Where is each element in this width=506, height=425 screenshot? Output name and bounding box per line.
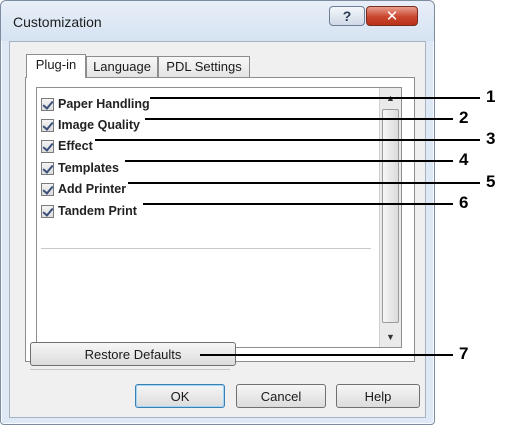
callout-line-3 xyxy=(95,139,480,141)
effect-checkbox[interactable] xyxy=(41,140,54,153)
close-icon[interactable]: ✕ xyxy=(366,6,418,26)
callout-line-5 xyxy=(128,182,480,184)
plugin-item-label: Paper Handling xyxy=(58,97,150,111)
paper-handling-checkbox[interactable] xyxy=(41,98,54,111)
plugin-item-label: Tandem Print xyxy=(58,204,137,218)
callout-number-2: 2 xyxy=(459,108,469,127)
scroll-down-icon[interactable]: ▼ xyxy=(380,327,401,347)
cancel-button[interactable]: Cancel xyxy=(236,384,326,408)
title-bar[interactable]: Customization ? ✕ xyxy=(1,1,434,41)
ok-button[interactable]: OK xyxy=(135,384,225,408)
help-button[interactable]: Help xyxy=(336,384,420,408)
callout-line-6 xyxy=(143,203,453,205)
tab-pdl-settings[interactable]: PDL Settings xyxy=(158,56,250,78)
callout-line-7 xyxy=(200,354,453,356)
callout-line-1 xyxy=(150,97,480,99)
plugin-list[interactable]: Paper Handling Image Quality Effect Temp… xyxy=(36,87,402,348)
callout-number-5: 5 xyxy=(486,172,496,191)
scroll-thumb[interactable] xyxy=(382,109,399,323)
list-divider xyxy=(41,248,371,249)
customization-dialog: Customization ? ✕ Plug-in Language PDL S… xyxy=(0,0,435,425)
button-divider xyxy=(30,369,230,370)
plugin-item-label: Effect xyxy=(58,139,93,153)
callout-number-7: 7 xyxy=(459,344,469,363)
callout-number-3: 3 xyxy=(486,129,496,148)
tab-language[interactable]: Language xyxy=(86,56,158,78)
templates-checkbox[interactable] xyxy=(41,162,54,175)
image-quality-checkbox[interactable] xyxy=(41,119,54,132)
plugin-item-label: Add Printer xyxy=(58,182,127,196)
callout-number-1: 1 xyxy=(486,87,496,106)
callout-number-4: 4 xyxy=(459,150,469,169)
callout-line-2 xyxy=(145,118,453,120)
tab-plug-in[interactable]: Plug-in xyxy=(26,54,86,78)
callout-line-4 xyxy=(125,160,453,162)
callout-number-6: 6 xyxy=(459,193,469,212)
plugin-item-label: Image Quality xyxy=(58,118,140,132)
add-printer-checkbox[interactable] xyxy=(41,183,54,196)
vertical-scrollbar[interactable]: ▲ ▼ xyxy=(379,88,401,347)
plugin-item-label: Templates xyxy=(58,161,119,175)
dialog-title: Customization xyxy=(13,14,102,30)
tandem-print-checkbox[interactable] xyxy=(41,205,54,218)
help-icon[interactable]: ? xyxy=(329,6,365,26)
